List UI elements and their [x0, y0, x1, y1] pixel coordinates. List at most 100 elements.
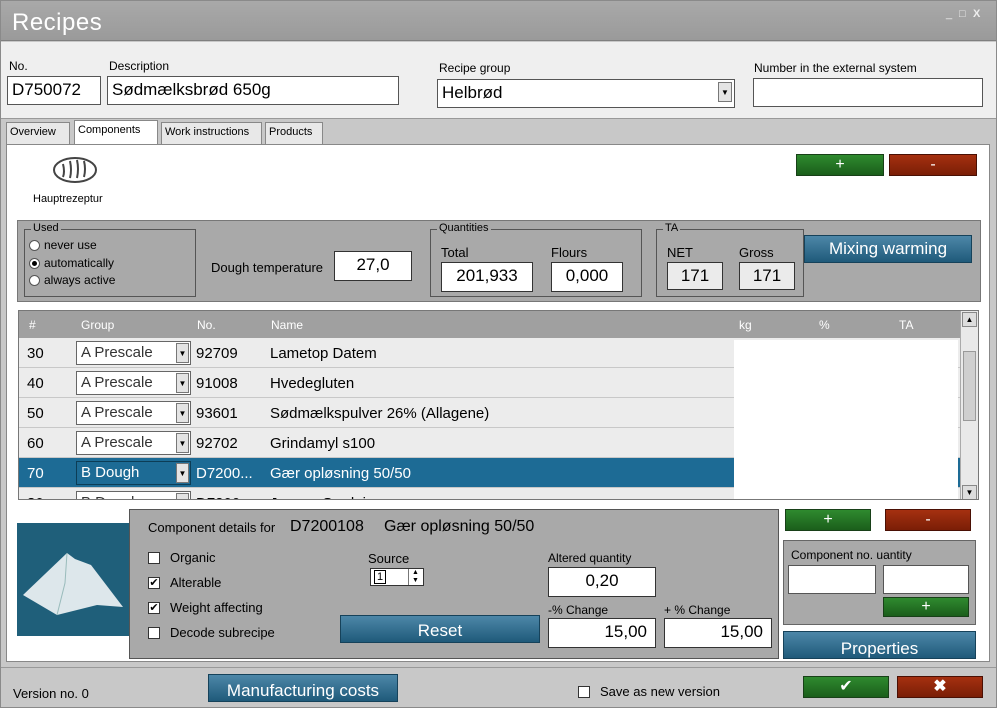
row-item-name: Hvedegluten — [270, 375, 355, 392]
stepper-arrows-icon[interactable]: ▲ ▼ — [408, 569, 422, 585]
ok-button[interactable]: ✔ — [803, 676, 889, 698]
column-header-no[interactable]: No. — [197, 318, 216, 332]
row-group-select[interactable]: A Prescale ▼ — [76, 371, 191, 395]
total-label: Total — [441, 245, 469, 260]
plus-change-field[interactable]: 15,00 — [664, 618, 772, 648]
save-as-new-version-checkbox[interactable]: Save as new version — [578, 684, 720, 699]
save-new-checkbox-box[interactable] — [578, 685, 590, 698]
recipe-group-select[interactable]: Helbrød ▼ — [437, 79, 735, 108]
chevron-down-icon[interactable]: ▼ — [176, 433, 189, 453]
row-number: 50 — [27, 405, 44, 422]
add-detail-button[interactable]: + — [785, 509, 871, 531]
row-group-select[interactable]: A Prescale ▼ — [76, 341, 191, 365]
version-label: Version no. 0 — [13, 686, 89, 701]
radio-always-active[interactable]: always active — [29, 273, 115, 287]
add-quantity-button[interactable]: + — [883, 597, 969, 617]
reset-button[interactable]: Reset — [340, 615, 540, 643]
component-quantity-input[interactable] — [883, 565, 969, 594]
checkbox-organic[interactable]: Organic — [148, 550, 216, 565]
checkbox-box[interactable]: ✔ — [148, 576, 160, 589]
column-header-group[interactable]: Group — [81, 318, 114, 332]
row-number: 80 — [27, 495, 44, 499]
remove-detail-button[interactable]: - — [885, 509, 971, 531]
maximize-button[interactable]: □ — [959, 8, 966, 20]
recipe-no-field[interactable]: D750072 — [7, 76, 101, 105]
close-button[interactable]: X — [973, 8, 980, 20]
column-header-kg[interactable]: kg — [739, 318, 752, 332]
column-header-percent[interactable]: % — [819, 318, 830, 332]
scroll-thumb[interactable] — [963, 351, 976, 421]
chevron-down-icon[interactable]: ▼ — [176, 403, 189, 423]
checkbox-decode-subrecipe[interactable]: Decode subrecipe — [148, 625, 275, 640]
quantities-group: Quantities Total 201,933 Flours 0,000 — [430, 222, 642, 297]
plus-change-label: + % Change — [664, 603, 731, 617]
scroll-down-icon[interactable]: ▼ — [962, 485, 977, 499]
external-number-field[interactable] — [753, 78, 983, 107]
recipe-header: No. D750072 Description Sødmælksbrød 650… — [1, 42, 996, 119]
row-group-value: A Prescale — [81, 374, 153, 391]
cancel-button[interactable]: ✖ — [897, 676, 983, 698]
row-group-select[interactable]: B Dough ▼ — [76, 461, 191, 485]
manufacturing-costs-button[interactable]: Manufacturing costs — [208, 674, 398, 702]
row-item-name: Grindamyl s100 — [270, 435, 376, 452]
checkbox-box[interactable]: ✔ — [148, 601, 160, 614]
chevron-down-icon[interactable]: ▼ — [176, 373, 189, 393]
scroll-up-icon[interactable]: ▲ — [962, 312, 977, 327]
properties-button[interactable]: Properties — [783, 631, 976, 659]
tab-products[interactable]: Products — [265, 122, 323, 144]
row-item-no: 93601 — [196, 405, 238, 422]
mixing-warming-button[interactable]: Mixing warming — [804, 235, 972, 263]
remove-component-button[interactable]: - — [889, 154, 977, 176]
column-header-name[interactable]: Name — [271, 318, 303, 332]
settings-panel: Used never use automatically always acti… — [17, 220, 981, 302]
row-number: 60 — [27, 435, 44, 452]
minus-change-field[interactable]: 15,00 — [548, 618, 656, 648]
checkbox-alterable[interactable]: ✔ Alterable — [148, 575, 221, 590]
checkbox-box[interactable] — [148, 626, 160, 639]
components-tab-body: Hauptrezeptur + - Used never use automat… — [6, 144, 990, 662]
chevron-down-icon[interactable]: ▼ — [176, 463, 189, 483]
checkbox-weight-affecting[interactable]: ✔ Weight affecting — [148, 600, 263, 615]
component-no-input[interactable] — [788, 565, 876, 594]
row-group-select[interactable]: B Dough ▼ — [76, 491, 191, 499]
row-number: 30 — [27, 345, 44, 362]
row-group-value: B Dough — [81, 464, 140, 481]
row-item-no: D7200... — [196, 465, 253, 482]
tab-work-instructions[interactable]: Work instructions — [161, 122, 262, 144]
check-icon: ✔ — [839, 678, 853, 695]
row-group-select[interactable]: A Prescale ▼ — [76, 431, 191, 455]
radio-automatically[interactable]: automatically — [29, 256, 114, 270]
minimize-button[interactable]: _ — [946, 8, 952, 20]
column-header-ta[interactable]: TA — [899, 318, 913, 332]
dough-temperature-field[interactable]: 27,0 — [334, 251, 412, 281]
chevron-down-icon[interactable]: ▼ — [718, 82, 732, 102]
column-header-number[interactable]: # — [29, 318, 36, 332]
add-component-button[interactable]: + — [796, 154, 884, 176]
flours-label: Flours — [551, 245, 588, 260]
description-field[interactable]: Sødmælksbrød 650g — [107, 76, 399, 105]
chevron-down-icon[interactable]: ▼ — [176, 493, 189, 499]
grid-header: # Group No. Name kg % TA — [19, 311, 960, 338]
altered-quantity-field[interactable]: 0,20 — [548, 567, 656, 597]
recipe-type-label: Hauptrezeptur — [33, 193, 103, 205]
row-group-select[interactable]: A Prescale ▼ — [76, 401, 191, 425]
title-bar: Recipes _ □ X — [1, 1, 996, 41]
used-group-title: Used — [31, 222, 61, 234]
tab-components[interactable]: Components — [74, 120, 158, 144]
radio-never-use[interactable]: never use — [29, 238, 97, 252]
checkbox-box[interactable] — [148, 551, 160, 564]
minus-change-label: -% Change — [548, 603, 609, 617]
description-label: Description — [109, 59, 170, 73]
row-item-name: Gær opløsning 50/50 — [270, 465, 411, 482]
ta-gross-label: Gross — [739, 245, 774, 260]
bread-icon — [51, 155, 99, 188]
source-value: 1 — [374, 570, 387, 584]
grid-scrollbar[interactable]: ▲ ▼ — [960, 311, 978, 499]
source-stepper[interactable]: 1 ▲ ▼ — [370, 568, 424, 586]
tab-overview[interactable]: Overview — [6, 122, 70, 144]
chevron-down-icon[interactable]: ▼ — [176, 343, 189, 363]
component-quantity-label: Component no. uantity — [791, 548, 912, 562]
quantities-group-title: Quantities — [437, 222, 491, 234]
ta-net-label: NET — [667, 245, 693, 260]
external-number-label: Number in the external system — [754, 61, 917, 75]
